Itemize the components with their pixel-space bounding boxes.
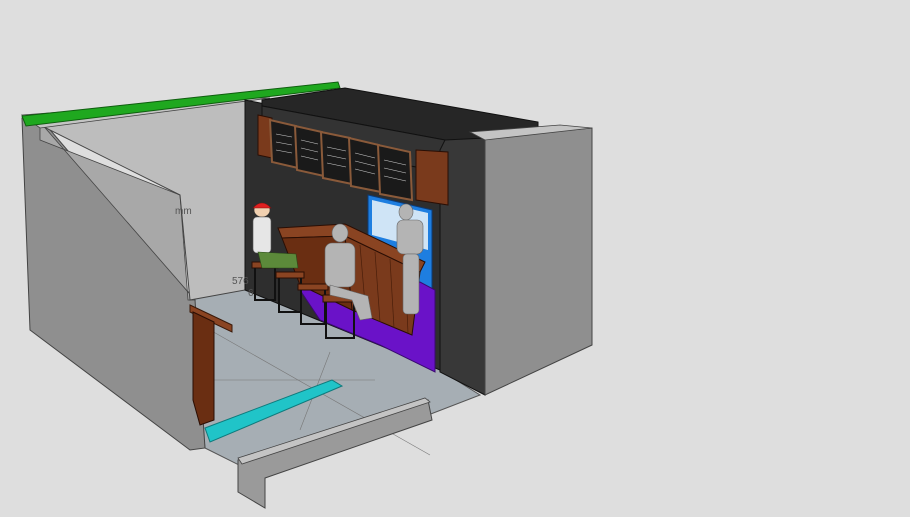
stool bbox=[297, 283, 329, 291]
right-wall bbox=[484, 127, 593, 396]
menu-board bbox=[319, 130, 354, 186]
dimension-label: 576 bbox=[232, 276, 249, 287]
menu-board bbox=[293, 124, 326, 178]
dimension-label: 6 bbox=[248, 288, 254, 299]
menu-board bbox=[376, 143, 414, 202]
stool bbox=[275, 271, 305, 279]
menu-board bbox=[268, 118, 300, 170]
side-table-leg bbox=[192, 311, 215, 426]
3d-model-viewport[interactable]: mm 576 6 bbox=[0, 0, 910, 512]
menu-board bbox=[347, 136, 383, 194]
dimension-label: mm bbox=[175, 206, 192, 217]
shop-model-scene: mm 576 6 bbox=[20, 81, 593, 509]
right-shelf bbox=[415, 149, 449, 206]
